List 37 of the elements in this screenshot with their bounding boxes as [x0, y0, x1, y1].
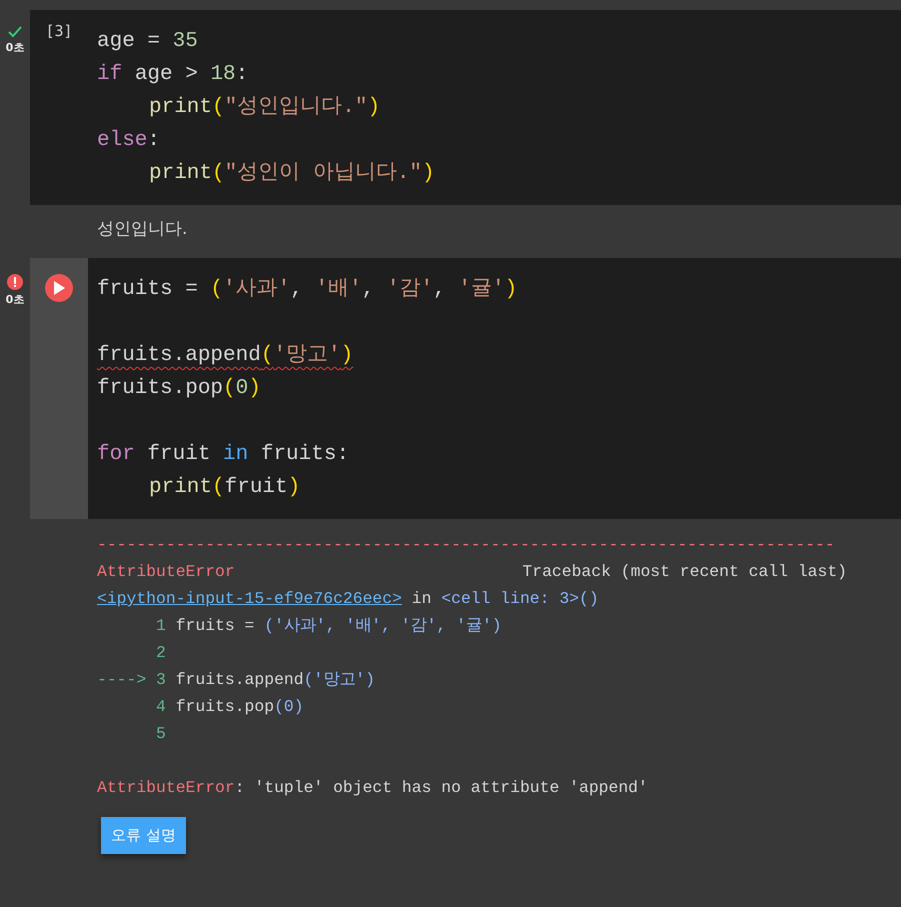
code-line: else:: [97, 128, 160, 154]
execution-count: [3]: [45, 22, 73, 42]
traceback-text: ('망고'): [304, 669, 375, 691]
run-button[interactable]: [45, 274, 73, 302]
code-cell[interactable]: fruits = ('사과', '배', '감', '귤') fruits.append('망고') fruits.pop(0) for fruit in fruits: print(fruit): [30, 258, 901, 519]
traceback-text: fruits =: [176, 615, 256, 637]
code-line: age = 35: [97, 29, 198, 55]
line-number: 5: [155, 723, 166, 745]
error-name: AttributeError: [97, 561, 235, 583]
code-line: fruits.pop(0): [97, 376, 261, 402]
code-line: print(fruit): [149, 475, 300, 501]
run-time: 0초: [6, 40, 24, 55]
code-line: for fruit in fruits:: [97, 442, 350, 468]
traceback-text: fruits.pop: [176, 696, 274, 718]
error-name: AttributeError: [97, 777, 235, 799]
code-cell[interactable]: [3] age = 35 if age > 18: print("성인입니다.") else: print("성인이 아닙니다."): [30, 10, 901, 205]
line-number: 2: [155, 642, 166, 664]
line-number: 1: [155, 615, 167, 637]
traceback-text: Traceback (most recent call last): [522, 561, 847, 583]
line-number: ----> 3: [97, 669, 167, 691]
output-text: 성인입니다.: [97, 218, 188, 241]
traceback-text: in: [410, 588, 432, 610]
separator-line: ---------------------------------------------------------------------------: [97, 534, 835, 556]
traceback-text: : 'tuple' object has no attribute 'append': [234, 777, 648, 799]
code-line: if age > 18:: [97, 62, 248, 88]
traceback-text: <cell line: 3>(): [441, 588, 599, 610]
play-icon: [53, 281, 65, 295]
file-link[interactable]: <ipython-input-15-ef9e76c26eec>: [97, 585, 402, 612]
code-line: print("성인이 아닙니다."): [149, 161, 435, 187]
code-line: fruits = ('사과', '배', '감', '귤'): [97, 277, 518, 303]
traceback-text: (0): [274, 696, 304, 718]
line-number: 4: [155, 696, 167, 718]
traceback-text: fruits.append: [176, 669, 304, 691]
code-line: print("성인입니다."): [149, 95, 380, 121]
code-line: fruits.append('망고'): [97, 343, 354, 369]
traceback-text: ('사과', '배', '감', '귤'): [264, 615, 502, 637]
run-time: 0초: [6, 292, 24, 307]
